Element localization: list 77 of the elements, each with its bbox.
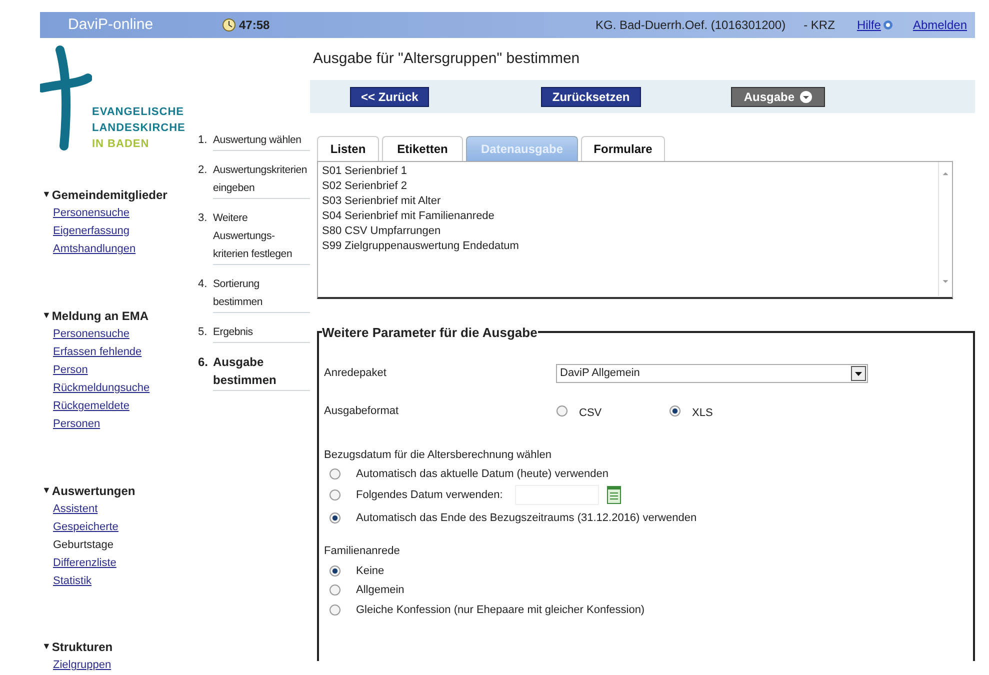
logo-text: LANDESKIRCHE xyxy=(92,121,186,136)
section-heading: Meldung an EMA xyxy=(52,308,149,325)
field-label: Anredepaket xyxy=(324,366,388,381)
list-item[interactable]: S04 Serienbrief mit Familienanrede xyxy=(322,209,938,224)
nav-link[interactable]: Personen xyxy=(53,418,100,430)
caret-icon[interactable]: ▼ xyxy=(42,484,51,498)
nav-link[interactable]: Amtshandlungen xyxy=(53,243,136,255)
nav-link[interactable]: Rückgemeldete xyxy=(53,400,130,412)
step-item[interactable]: 1. Auswertung wählen xyxy=(198,131,310,151)
nav-link[interactable]: Eigenerfassung xyxy=(53,225,130,237)
chevron-down-icon xyxy=(800,90,812,102)
radio-label: CSV xyxy=(579,406,602,421)
radio-button[interactable] xyxy=(329,489,341,501)
logo-text: IN BADEN xyxy=(92,137,150,152)
radio-button[interactable] xyxy=(556,405,568,417)
nav-link[interactable]: Person xyxy=(53,364,88,376)
caret-icon[interactable]: ▼ xyxy=(42,188,51,202)
section-heading: Strukturen xyxy=(52,639,113,656)
list-item[interactable]: S99 Zielgruppenauswertung Endedatum xyxy=(322,239,938,254)
toolbar-button[interactable]: Zurücksetzen xyxy=(541,86,641,106)
list-item[interactable]: S02 Serienbrief 2 xyxy=(322,179,938,194)
tab[interactable]: Listen xyxy=(317,136,379,161)
logout-link[interactable]: Abmelden xyxy=(912,16,967,34)
step-item[interactable]: 3. Weitere Auswertungs-kriterien festlegen xyxy=(198,209,310,265)
list-item[interactable]: S03 Serienbrief mit Alter xyxy=(322,194,938,209)
nav-link[interactable]: Statistik xyxy=(53,575,92,587)
section-heading: Gemeindemitglieder xyxy=(52,187,168,204)
list-box[interactable]: S01 Serienbrief 1 S02 Serienbrief 2 S03 Serienbrief mit Alter S04 Serienbrief mit Familienanrede S80 CSV Umpfarrungen S99 Zielgruppenauswertung Endedatum xyxy=(317,161,953,299)
group-label: Familienanrede xyxy=(324,544,401,559)
group-label: Bezugsdatum für die Altersberechnung wählen xyxy=(324,448,552,463)
nav-link[interactable]: Zielgruppen xyxy=(53,659,112,671)
radio-label: Folgendes Datum verwenden: xyxy=(356,488,503,503)
dropdown[interactable]: DaviP Allgemein xyxy=(556,364,868,382)
step-item[interactable]: 6. Ausgabe bestimmen xyxy=(198,353,310,391)
context-suffix: - KRZ xyxy=(804,17,835,34)
nav-link[interactable]: Erfassen fehlende xyxy=(53,346,142,358)
nav-link[interactable]: Differenzliste xyxy=(53,557,116,569)
calendar-icon[interactable] xyxy=(606,486,621,504)
radio-button[interactable] xyxy=(329,468,341,480)
caret-icon[interactable]: ▼ xyxy=(42,309,51,323)
radio-button[interactable] xyxy=(329,604,341,616)
radio-label: Keine xyxy=(356,564,384,578)
nav-link[interactable]: Personensuche xyxy=(53,207,130,219)
nav-link[interactable]: Personensuche xyxy=(53,328,130,340)
list-item[interactable]: S01 Serienbrief 1 xyxy=(322,164,938,179)
clock-icon xyxy=(222,18,236,32)
tab[interactable]: Formulare xyxy=(581,136,665,161)
radio-label: Automatisch das Ende des Bezugszeitraums (31.12.2016) verwenden xyxy=(356,510,697,526)
tab[interactable]: Etiketten xyxy=(382,136,463,161)
app-title: DaviP-online xyxy=(68,14,154,35)
page-title: Ausgabe für "Altersgruppen" bestimmen xyxy=(312,49,581,69)
caret-icon[interactable]: ▼ xyxy=(42,640,51,654)
nav-link[interactable]: Assistent xyxy=(53,503,98,515)
step-item[interactable]: 5. Ergebnis xyxy=(198,323,310,343)
list-item[interactable]: S80 CSV Umpfarrungen xyxy=(322,224,938,239)
radio-label: Allgemein xyxy=(356,583,404,598)
section-heading: Auswertungen xyxy=(52,483,136,500)
radio-button-selected[interactable] xyxy=(329,512,341,524)
step-item[interactable]: 4. Sortierung bestimmen xyxy=(198,275,310,313)
help-icon xyxy=(882,20,893,30)
logo-text: EVANGELISCHE xyxy=(92,105,185,120)
toolbar-button[interactable]: << Zurück xyxy=(350,86,430,106)
help-link[interactable]: Hilfe xyxy=(856,16,893,34)
session-timer: 47:58 xyxy=(239,17,270,34)
radio-button-selected[interactable] xyxy=(329,564,341,577)
step-item[interactable]: 2. Auswertungskriterien eingeben xyxy=(198,161,310,199)
nav-link[interactable]: Gespeicherte xyxy=(53,521,118,533)
output-menu-button[interactable]: Ausgabe xyxy=(730,86,825,106)
radio-button[interactable] xyxy=(329,584,341,596)
nav-item[interactable]: Geburtstage xyxy=(53,539,114,551)
radio-label: XLS xyxy=(692,406,713,421)
context-label: KG. Bad-Duerrh.Oef. (1016301200) xyxy=(595,17,786,34)
nav-link[interactable]: Rückmeldungsuche xyxy=(53,382,150,394)
radio-button-selected[interactable] xyxy=(669,405,681,417)
field-label: Ausgabeformat xyxy=(324,404,400,419)
radio-label: Gleiche Konfession (nur Ehepaare mit gleicher Konfession) xyxy=(356,602,645,618)
radio-label: Automatisch das aktuelle Datum (heute) verwenden xyxy=(356,466,609,482)
